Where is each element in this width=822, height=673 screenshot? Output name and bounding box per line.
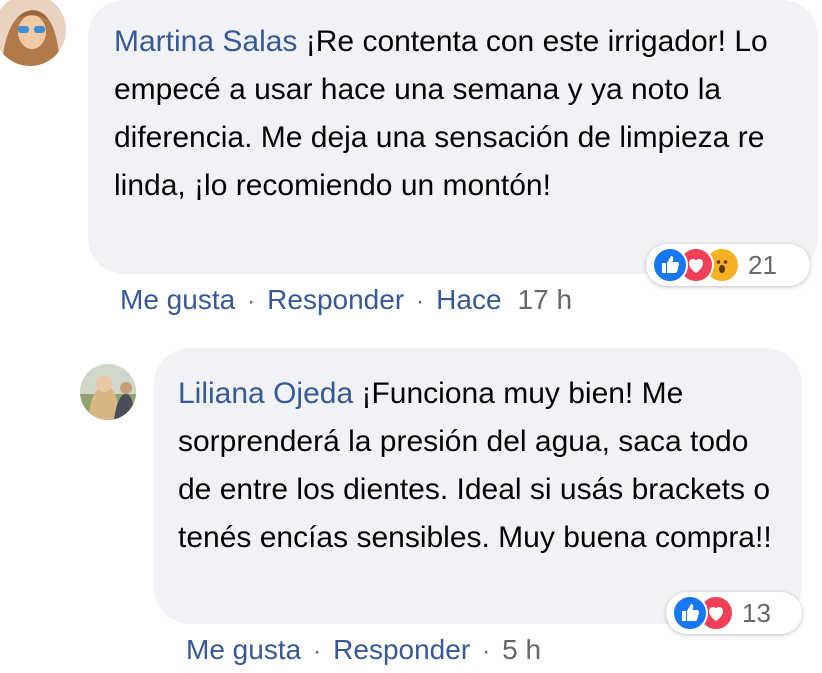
comment-actions: Me gusta · Responder · Hace 17 h	[120, 284, 572, 316]
like-icon	[652, 247, 688, 283]
separator: ·	[247, 288, 256, 315]
reply-button[interactable]: Responder	[267, 284, 404, 316]
timestamp[interactable]: 17 h	[518, 284, 573, 316]
reaction-count: 13	[742, 597, 771, 628]
separator: ·	[416, 288, 425, 315]
comment-bubble: Liliana Ojeda ¡Funciona muy bien! Me sor…	[154, 348, 802, 624]
avatar[interactable]	[0, 0, 66, 66]
reaction-count: 21	[748, 249, 777, 280]
like-button[interactable]: Me gusta	[120, 284, 235, 316]
like-button[interactable]: Me gusta	[186, 634, 301, 666]
comment-bubble: Martina Salas ¡Re contenta con este irri…	[88, 0, 818, 274]
comment-author[interactable]: Martina Salas	[114, 25, 297, 58]
reactions-summary[interactable]: 13	[666, 592, 802, 634]
comment-author[interactable]: Liliana Ojeda	[178, 377, 353, 410]
timestamp-prefix[interactable]: Hace	[436, 284, 501, 316]
like-icon	[672, 595, 708, 631]
avatar[interactable]	[80, 364, 136, 420]
comment-actions: Me gusta · Responder · 5 h	[186, 634, 541, 666]
separator: ·	[482, 638, 491, 665]
reactions-summary[interactable]: 21	[646, 244, 810, 286]
separator: ·	[313, 638, 322, 665]
timestamp[interactable]: 5 h	[502, 634, 541, 666]
reply-button[interactable]: Responder	[333, 634, 470, 666]
